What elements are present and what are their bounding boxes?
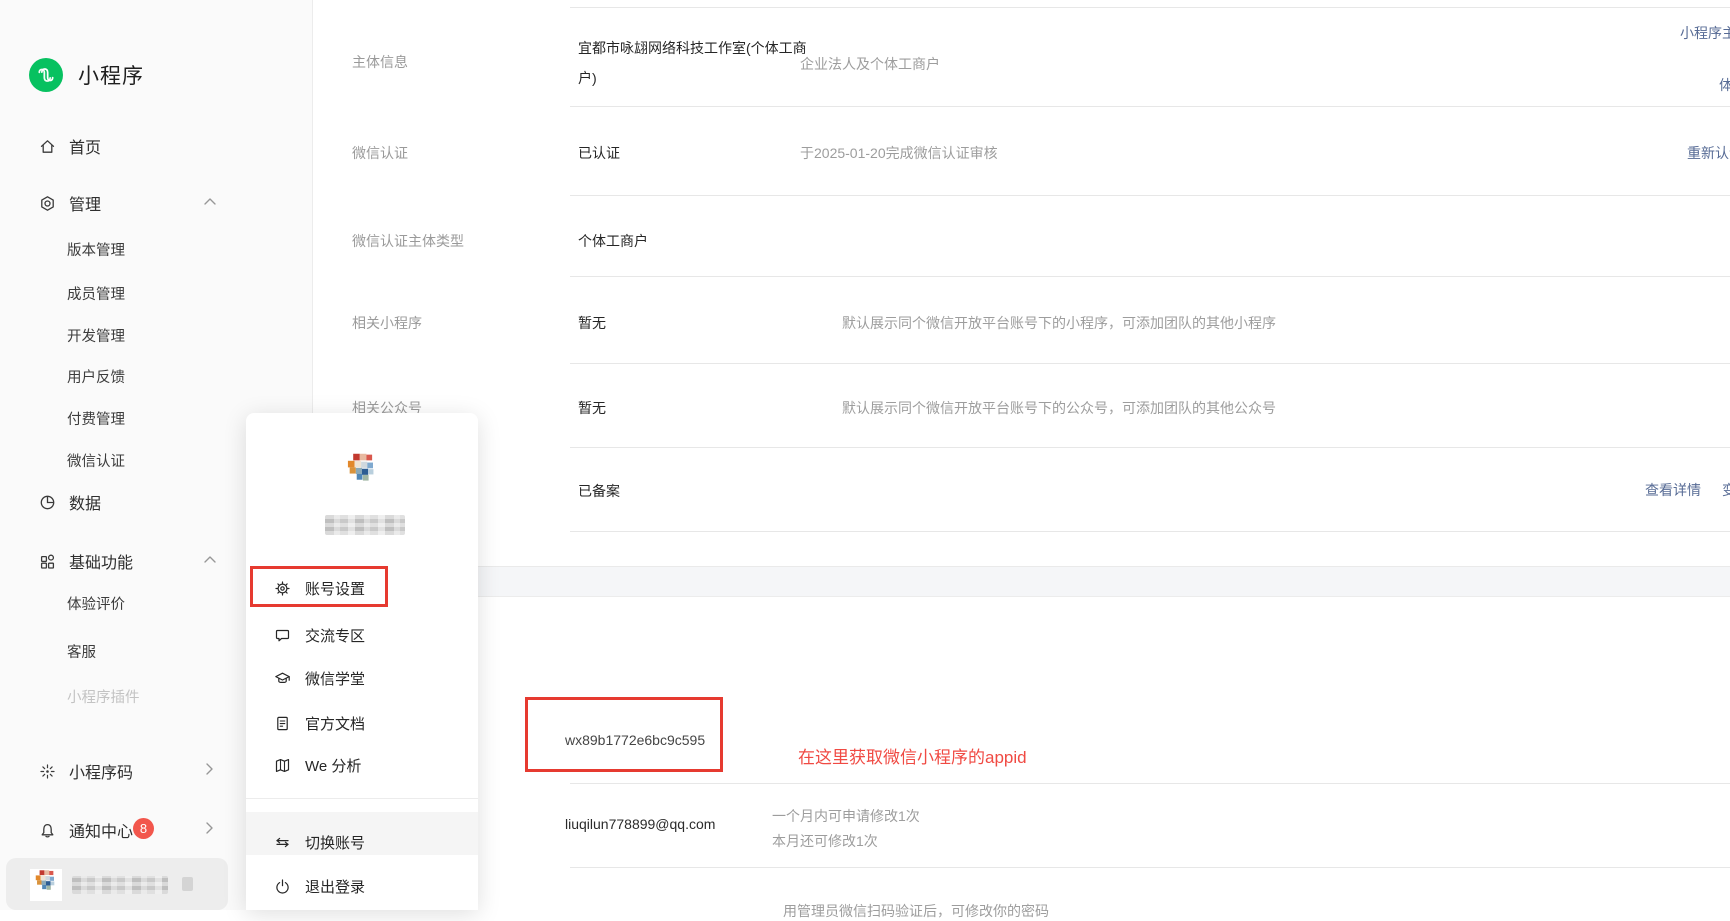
row-divider <box>570 867 1730 868</box>
graduation-cap-icon <box>274 670 291 687</box>
row-divider <box>570 195 1730 196</box>
chevron-up-icon <box>203 555 217 564</box>
menu-item-logout[interactable]: 退出登录 <box>274 876 365 896</box>
sidebar-item-user-feedback[interactable]: 用户反馈 <box>67 366 125 384</box>
view-detail-link[interactable]: 查看详情 <box>1645 480 1701 500</box>
section-gap <box>312 566 1730 597</box>
sidebar-item-label: 基础功能 <box>69 549 133 573</box>
email-modify-note-1: 一个月内可申请修改1次 <box>772 806 920 826</box>
value-individual-business: 个体工商户 <box>578 231 648 251</box>
document-icon <box>274 715 291 732</box>
change-link[interactable]: 变更 <box>1722 480 1730 500</box>
desc-verify-date: 于2025-01-20完成微信认证审核 <box>800 143 998 163</box>
value-verified: 已认证 <box>578 143 620 163</box>
row-divider <box>570 783 1730 784</box>
chevron-right-icon <box>205 762 214 776</box>
wechat-miniprogram-console: { "brand": { "title": "小程序" }, "sidebar"… <box>0 0 1730 910</box>
row-divider <box>570 531 1730 532</box>
sidebar-item-minicode[interactable]: 小程序码 <box>39 760 133 782</box>
value-none-oa: 暂无 <box>578 398 606 418</box>
menu-item-academy[interactable]: 微信学堂 <box>274 668 365 688</box>
manage-icon <box>39 195 56 212</box>
power-icon <box>274 878 291 895</box>
chevron-up-icon <box>203 197 217 206</box>
sidebar-item-plugin[interactable]: 小程序插件 <box>67 686 140 704</box>
account-avatar <box>340 452 384 496</box>
appid-annotation: 在这里获取微信小程序的appid <box>798 743 1027 768</box>
menu-item-label: 切换账号 <box>305 832 365 853</box>
subject-change-link[interactable]: 小程序主 <box>1680 23 1730 43</box>
menu-item-label: 交流专区 <box>305 625 365 646</box>
sidebar-item-home[interactable]: 首页 <box>39 135 101 157</box>
sidebar-item-experience-rating[interactable]: 体验评价 <box>67 593 125 611</box>
row-divider <box>570 276 1730 277</box>
sidebar-item-label: 通知中心 <box>69 818 133 842</box>
switch-arrows-icon <box>274 834 291 851</box>
miniprogram-code-icon <box>39 763 56 780</box>
label-subject-info: 主体信息 <box>352 52 408 72</box>
folded-map-icon <box>274 757 291 774</box>
menu-divider <box>246 798 478 799</box>
blurred-account-name <box>325 515 405 535</box>
sidebar-item-dev-manage[interactable]: 开发管理 <box>67 325 125 343</box>
desc-subject-type: 企业法人及个体工商户 <box>800 54 940 74</box>
bell-icon <box>39 822 56 839</box>
sidebar-item-member-manage[interactable]: 成员管理 <box>67 283 125 301</box>
sidebar-item-label: 数据 <box>69 490 101 514</box>
desc-related-officialaccounts: 默认展示同个微信开放平台账号下的公众号，可添加团队的其他公众号 <box>842 398 1276 418</box>
label-verify-subject-type: 微信认证主体类型 <box>352 231 464 251</box>
sidebar-item-wechat-verify[interactable]: 微信认证 <box>67 450 125 468</box>
brand-title: 小程序 <box>78 60 144 90</box>
sidebar-item-customer-service[interactable]: 客服 <box>67 641 96 659</box>
miniprogram-logo-icon <box>29 58 63 92</box>
home-icon <box>39 138 56 155</box>
notification-badge: 8 <box>133 818 154 839</box>
chat-bubble-icon <box>274 627 291 644</box>
email-modify-note-2: 本月还可修改1次 <box>772 831 878 851</box>
blurred-username <box>72 876 168 894</box>
menu-item-label: 官方文档 <box>305 713 365 734</box>
desc-related-miniprograms: 默认展示同个微信开放平台账号下的小程序，可添加团队的其他小程序 <box>842 313 1276 333</box>
value-subject-name: 宜都市咏翃网络科技工作室(个体工商户) <box>578 33 820 93</box>
appid-highlight-box <box>525 697 723 772</box>
sidebar-item-pay-manage[interactable]: 付费管理 <box>67 408 125 426</box>
menu-item-official-docs[interactable]: 官方文档 <box>274 713 365 733</box>
label-wechat-verify: 微信认证 <box>352 143 408 163</box>
row-divider <box>570 7 1730 8</box>
chevron-right-icon <box>205 821 214 835</box>
label-related-miniprograms: 相关小程序 <box>352 313 422 333</box>
menu-item-forum[interactable]: 交流专区 <box>274 625 365 645</box>
sidebar-item-label: 小程序码 <box>69 759 133 783</box>
password-note: 用管理员微信扫码验证后，可修改你的密码 <box>783 901 1049 921</box>
account-settings-highlight-box <box>250 566 388 607</box>
avatar <box>30 869 62 901</box>
subject-change-link-line2[interactable]: 体 <box>1719 75 1730 95</box>
row-divider <box>570 363 1730 364</box>
sidebar-item-notification-center[interactable]: 通知中心 <box>39 819 133 841</box>
value-none-mp: 暂无 <box>578 313 606 333</box>
menu-item-label: We 分析 <box>305 755 361 776</box>
brand: 小程序 <box>29 58 144 92</box>
sidebar-item-label: 首页 <box>69 134 101 158</box>
reverify-link[interactable]: 重新认证 <box>1687 143 1730 163</box>
menu-item-label: 微信学堂 <box>305 668 365 689</box>
menu-item-label: 退出登录 <box>305 876 365 897</box>
menu-item-switch-account[interactable]: 切换账号 <box>274 832 365 852</box>
sidebar-item-version-manage[interactable]: 版本管理 <box>67 239 125 257</box>
login-email-value: liuqilun778899@qq.com <box>565 816 715 832</box>
value-icp-filed: 已备案 <box>578 481 620 501</box>
pie-chart-icon <box>39 494 56 511</box>
sidebar-item-basic-functions[interactable]: 基础功能 <box>39 550 133 572</box>
menu-item-we-analysis[interactable]: We 分析 <box>274 755 361 775</box>
blurred-badge <box>182 877 193 891</box>
sidebar-item-manage[interactable]: 管理 <box>39 192 101 214</box>
sidebar-user-account[interactable] <box>6 858 228 910</box>
account-popup-menu: 账号设置 交流专区 微信学堂 官方文档 We 分析 切换账号 退出登录 <box>246 413 478 910</box>
row-divider <box>570 447 1730 448</box>
sidebar-item-label: 管理 <box>69 191 101 215</box>
sidebar-item-data[interactable]: 数据 <box>39 491 101 513</box>
grid-icon <box>39 553 56 570</box>
row-divider <box>570 106 1730 107</box>
